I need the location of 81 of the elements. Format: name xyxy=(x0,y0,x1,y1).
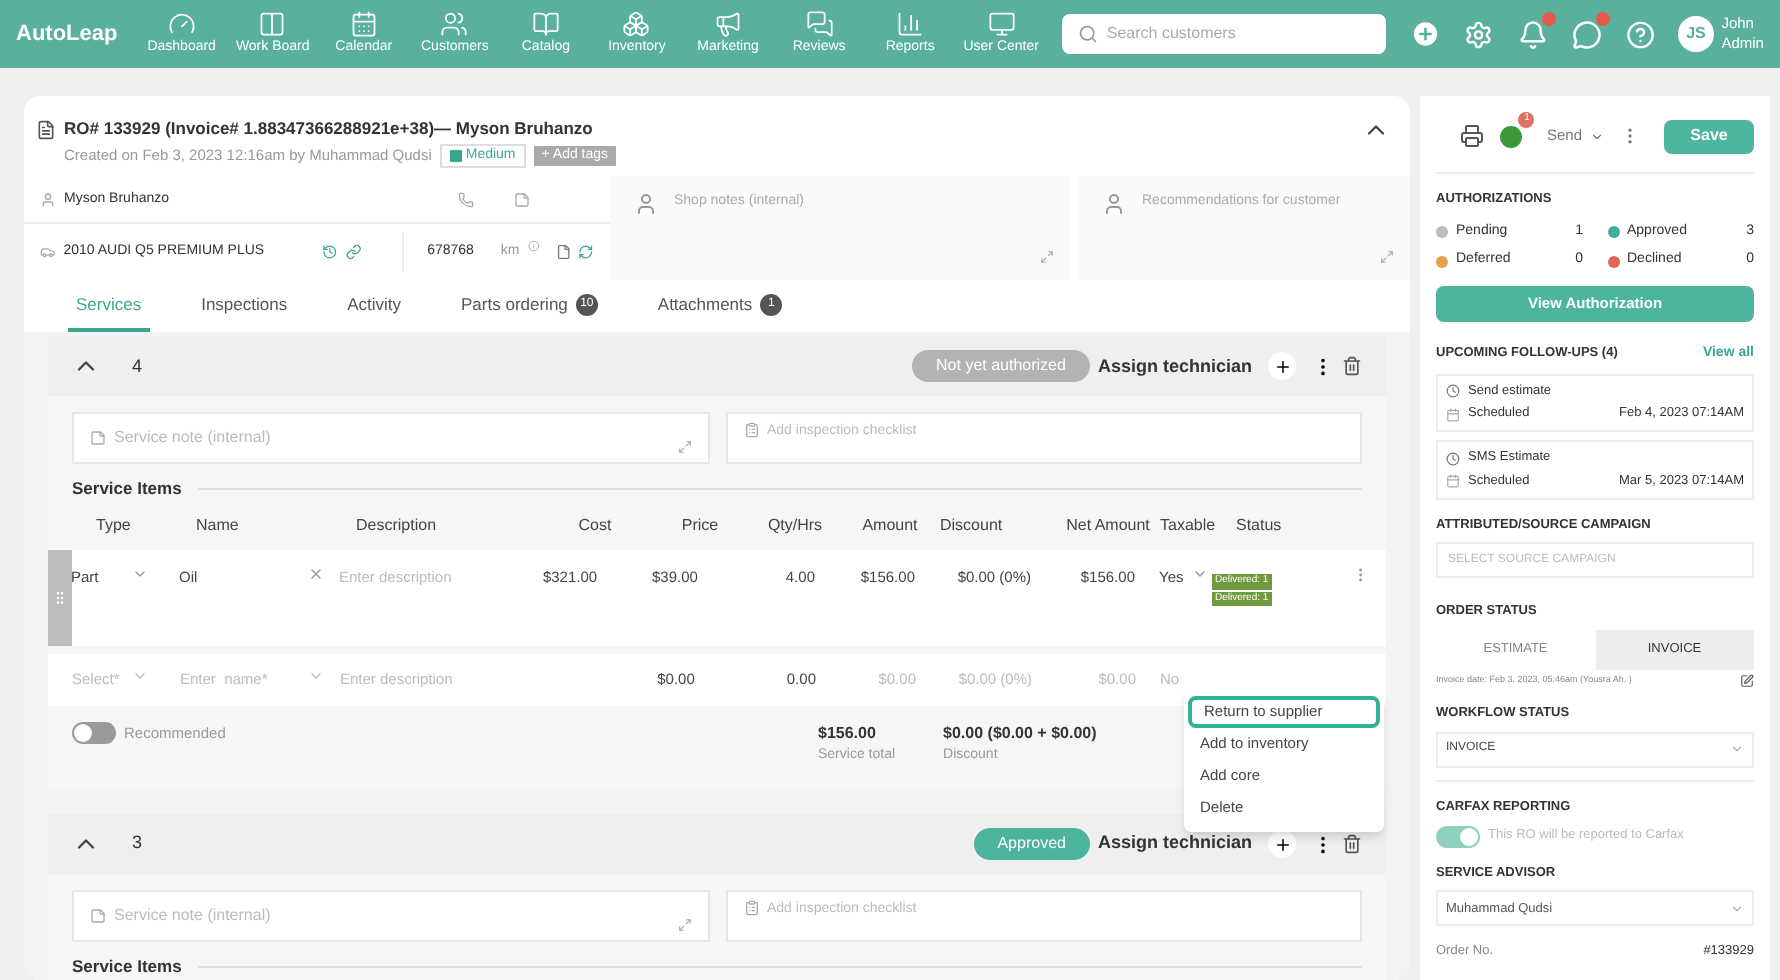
clock-icon xyxy=(1446,384,1460,398)
expand-icon[interactable] xyxy=(1380,250,1394,265)
gauge-icon xyxy=(167,9,196,38)
document-icon xyxy=(36,120,56,140)
chevron-down-icon xyxy=(1730,742,1744,757)
column-header: Qty/Hrs xyxy=(767,514,823,538)
bar-chart-icon xyxy=(896,9,925,38)
column-header: Discount xyxy=(940,514,1005,538)
note-icon[interactable] xyxy=(514,191,530,208)
settings-icon[interactable] xyxy=(1464,19,1494,49)
service-note-field[interactable]: Service note (internal) xyxy=(72,890,709,942)
expand-icon[interactable] xyxy=(1040,250,1054,265)
accounting-icon[interactable] xyxy=(1500,125,1523,147)
printer-icon[interactable] xyxy=(1460,124,1485,148)
save-button[interactable]: Save xyxy=(1664,119,1754,153)
toggle-switch[interactable] xyxy=(1436,825,1480,848)
column-header: Status xyxy=(1236,514,1284,538)
service-number: 4 xyxy=(132,353,143,379)
help-icon[interactable] xyxy=(1625,19,1655,49)
tab[interactable]: Inspections xyxy=(193,280,296,333)
monitor-icon xyxy=(987,9,1016,38)
order-title: RO# 133929 (Invoice# 1.88347366288921e+38)— Myson Bruhanzo xyxy=(64,116,595,142)
search-icon xyxy=(1078,24,1099,44)
note-icon xyxy=(90,908,106,924)
column-header: Net Amount xyxy=(1066,514,1150,538)
chevron-down-icon xyxy=(1590,129,1604,143)
column-header: Taxable xyxy=(1160,514,1218,538)
file-icon[interactable] xyxy=(555,244,571,261)
logo[interactable]: AutoLeap xyxy=(16,17,137,51)
chat-icon xyxy=(805,9,834,38)
delete-icon[interactable] xyxy=(1342,834,1362,854)
drag-handle-icon[interactable] xyxy=(51,590,68,606)
service-note-field[interactable]: Service note (internal) xyxy=(72,412,709,465)
toggle-switch[interactable] xyxy=(72,722,116,745)
total-value: $0.00 ($0.00 + $0.00) xyxy=(943,722,1097,746)
section-title: Service Items xyxy=(72,476,182,502)
checklist-icon xyxy=(743,422,759,439)
book-icon xyxy=(531,9,560,38)
checklist-icon xyxy=(743,900,759,916)
link-icon[interactable] xyxy=(345,244,362,261)
clock-icon xyxy=(1446,451,1460,465)
status-badge: Not yet authorized xyxy=(912,350,1090,383)
delete-icon[interactable] xyxy=(1342,356,1362,377)
service-number: 3 xyxy=(132,830,143,857)
phone-icon[interactable] xyxy=(458,191,474,208)
expand-icon[interactable] xyxy=(677,440,691,455)
column-header: Description xyxy=(356,514,439,538)
edit-icon[interactable] xyxy=(1740,674,1754,689)
assign-technician-button[interactable]: Assign technician xyxy=(1097,353,1252,380)
tab[interactable]: Activity xyxy=(339,280,410,333)
add-icon[interactable] xyxy=(1268,352,1296,381)
car-icon xyxy=(40,244,56,261)
assign-technician-button[interactable]: Assign technician xyxy=(1097,830,1252,858)
search-field[interactable]: Search customers xyxy=(1062,14,1386,54)
column-header: Name xyxy=(196,514,241,538)
info-icon[interactable] xyxy=(527,240,540,253)
clear-icon[interactable] xyxy=(307,566,323,583)
calendar-icon xyxy=(349,9,378,38)
status-badge: Approved xyxy=(973,828,1090,860)
board-icon xyxy=(258,9,287,38)
user-avatar[interactable]: JS xyxy=(1678,16,1714,52)
refresh-icon[interactable] xyxy=(578,244,594,261)
calendar-icon xyxy=(1446,474,1460,489)
megaphone-icon xyxy=(714,9,743,38)
add-icon[interactable] xyxy=(1268,830,1296,858)
chevron-down-icon xyxy=(1730,901,1744,916)
column-header: Type xyxy=(96,514,133,538)
column-header: Amount xyxy=(862,514,918,538)
total-value: $156.00 xyxy=(818,722,878,746)
calendar-icon xyxy=(1446,407,1460,422)
note-icon xyxy=(90,430,106,447)
expand-icon[interactable] xyxy=(677,918,691,932)
person-icon xyxy=(40,191,56,208)
history-icon[interactable] xyxy=(322,244,338,261)
users-icon xyxy=(440,9,469,38)
boxes-icon xyxy=(622,9,651,38)
section-title: Service Items xyxy=(72,954,182,980)
person-icon xyxy=(634,192,658,217)
column-header: Cost xyxy=(578,514,612,538)
person-icon xyxy=(1102,192,1126,217)
column-header: Price xyxy=(681,514,719,538)
